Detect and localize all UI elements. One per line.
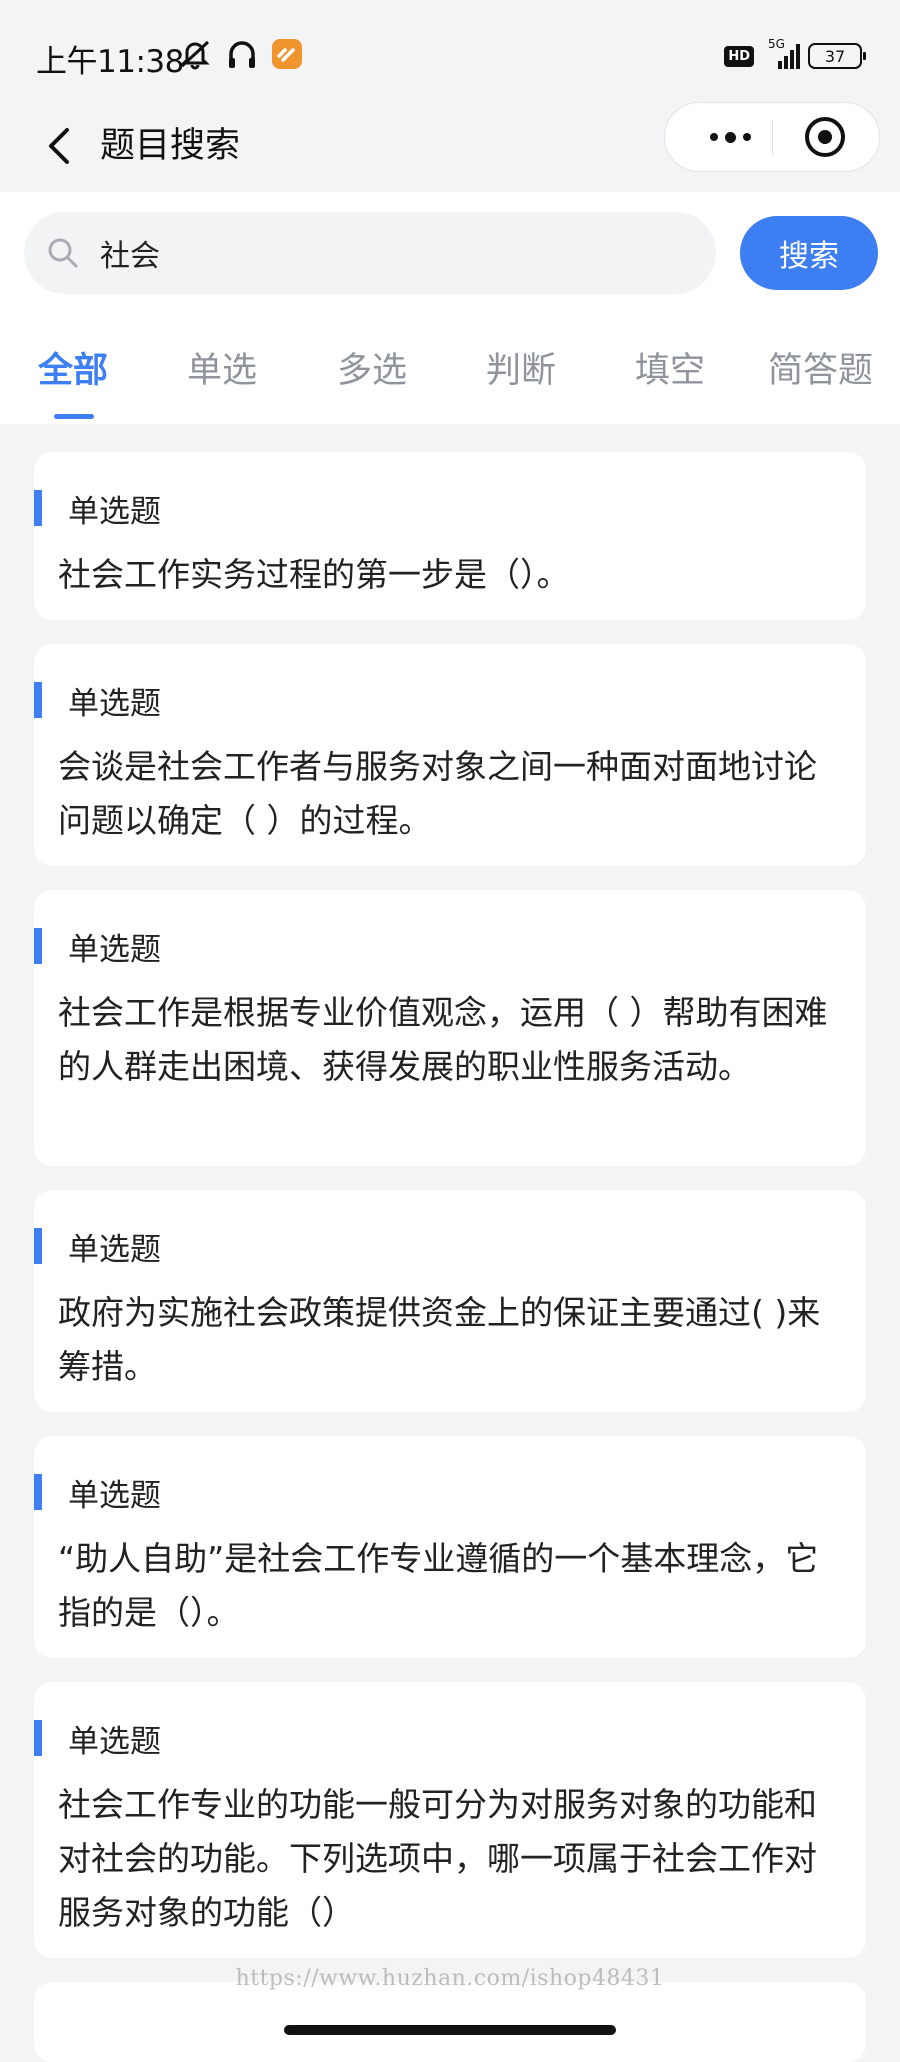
search-input[interactable] [100, 212, 680, 294]
tab-single-choice[interactable]: 单选 [187, 342, 257, 393]
battery-icon: 37 [808, 43, 866, 69]
question-type-tag: 单选题 [34, 1472, 161, 1514]
more-button[interactable] [695, 103, 765, 171]
question-card[interactable]: 单选题 会谈是社会工作者与服务对象之间一种面对面地讨论问题以确定（ ）的过程。 [34, 644, 866, 866]
search-area: 搜索 全部 单选 多选 判断 填空 简答题 [0, 192, 900, 424]
search-icon [48, 238, 78, 268]
question-card[interactable]: 单选题 政府为实施社会政策提供资金上的保证主要通过( )来筹措。 [34, 1190, 866, 1412]
question-type-tag: 单选题 [34, 926, 161, 968]
nav-bar: 题目搜索 [0, 100, 900, 192]
watermark: https://www.huzhan.com/ishop48431 [235, 1966, 665, 1991]
tag-accent-bar [34, 1720, 42, 1756]
question-card[interactable]: 单选题 社会工作实务过程的第一步是（）。 [34, 452, 866, 620]
status-time: 上午11:38 [36, 44, 184, 80]
tag-accent-bar [34, 1474, 42, 1510]
question-card[interactable]: 单选题 社会工作是根据专业价值观念，运用（ ）帮助有困难的人群走出困境、获得发展… [34, 890, 866, 1166]
chevron-left-icon [49, 128, 69, 164]
question-text: “助人自助”是社会工作专业遵循的一个基本理念，它指的是（）。 [58, 1539, 819, 1632]
battery-level: 37 [824, 46, 846, 66]
question-text: 社会工作是根据专业价值观念，运用（ ）帮助有困难的人群走出困境、获得发展的职业性… [58, 993, 828, 1086]
question-type-label: 单选题 [68, 685, 161, 722]
question-type-label: 单选题 [68, 1723, 161, 1760]
tag-accent-bar [34, 490, 42, 526]
question-type-tag: 单选题 [34, 488, 161, 530]
question-card-partial[interactable] [34, 1982, 866, 2062]
active-tab-indicator [54, 414, 94, 419]
more-dots-icon [709, 133, 718, 141]
hd-badge: HD [724, 45, 754, 67]
question-type-tabs: 全部 单选 多选 判断 填空 简答题 [0, 322, 900, 424]
status-bar: 上午11:38 HD 5G 37 [0, 0, 900, 100]
miniprogram-capsule [664, 102, 880, 172]
question-text: 社会工作实务过程的第一步是（）。 [58, 555, 570, 594]
search-box[interactable] [24, 212, 716, 294]
capsule-divider [772, 121, 773, 155]
tag-accent-bar [34, 928, 42, 964]
question-card[interactable]: 单选题 社会工作专业的功能一般可分为对服务对象的功能和对社会的功能。下列选项中，… [34, 1682, 866, 1958]
tab-multiple-choice[interactable]: 多选 [337, 342, 407, 393]
mute-bell-icon [178, 38, 212, 70]
home-indicator[interactable] [284, 2025, 616, 2035]
question-type-label: 单选题 [68, 493, 161, 530]
tab-all[interactable]: 全部 [38, 342, 108, 393]
close-target-icon[interactable] [805, 117, 845, 157]
signal-icon: 5G [766, 37, 800, 71]
tab-fill-blank[interactable]: 填空 [635, 342, 705, 393]
tab-short-answer[interactable]: 简答题 [768, 342, 873, 393]
question-text: 社会工作专业的功能一般可分为对服务对象的功能和对社会的功能。下列选项中，哪一项属… [58, 1785, 817, 1932]
question-text: 政府为实施社会政策提供资金上的保证主要通过( )来筹措。 [58, 1293, 821, 1386]
headphones-icon [226, 38, 258, 70]
back-button[interactable] [30, 116, 90, 176]
question-type-label: 单选题 [68, 1477, 161, 1514]
question-type-label: 单选题 [68, 931, 161, 968]
search-button[interactable]: 搜索 [740, 216, 878, 290]
question-type-label: 单选题 [68, 1231, 161, 1268]
tab-true-false[interactable]: 判断 [486, 342, 556, 393]
question-type-tag: 单选题 [34, 680, 161, 722]
question-text: 会谈是社会工作者与服务对象之间一种面对面地讨论问题以确定（ ）的过程。 [58, 747, 817, 840]
question-card[interactable]: 单选题 “助人自助”是社会工作专业遵循的一个基本理念，它指的是（）。 [34, 1436, 866, 1658]
question-type-tag: 单选题 [34, 1718, 161, 1760]
page-title: 题目搜索 [100, 126, 241, 166]
app-notification-icon [271, 38, 303, 70]
tag-accent-bar [34, 682, 42, 718]
tag-accent-bar [34, 1228, 42, 1264]
question-type-tag: 单选题 [34, 1226, 161, 1268]
